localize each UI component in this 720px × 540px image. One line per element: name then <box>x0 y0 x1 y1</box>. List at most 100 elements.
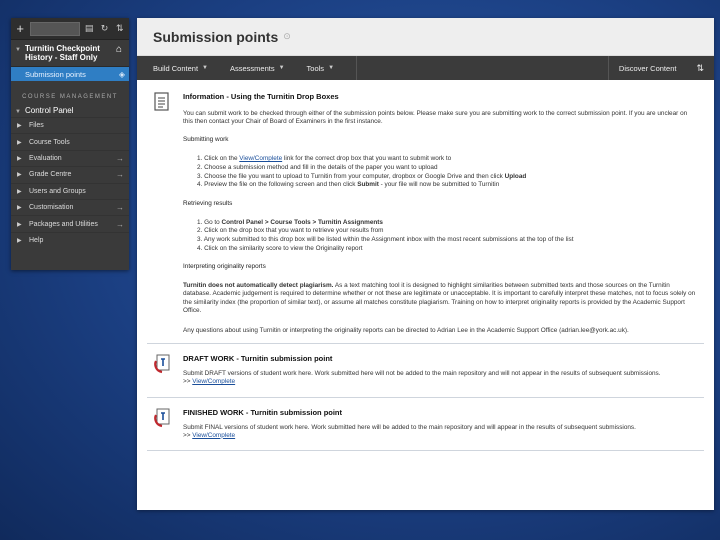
expand-arrow-icon[interactable]: ▶ <box>17 204 29 211</box>
sidebar-item-label: Packages and Utilities <box>29 220 98 228</box>
turnitin-assignment-icon <box>153 408 183 440</box>
sidebar-item-label: Grade Centre <box>29 171 72 179</box>
interpreting-heading: Interpreting originality reports <box>183 263 266 271</box>
step-text: link for the correct drop box that you w… <box>282 155 452 163</box>
list-item: 3. Any work submitted to this drop box w… <box>197 235 574 243</box>
control-panel-items: ▶ Files ▶ Course Tools ▶ Evaluation → ▶ Grade Ce… <box>11 117 129 248</box>
sidebar-item-course-tools[interactable]: ▶ Course Tools <box>11 133 129 149</box>
retrieving-steps: 1. Go to Control Panel > Course Tools > … <box>183 219 696 253</box>
go-arrow-icon[interactable]: → <box>116 154 124 163</box>
interpreting-text: Turnitin does not automatically detect p… <box>183 282 696 315</box>
expand-triangle-icon: ▼ <box>15 108 21 115</box>
view-complete-link[interactable]: View/Complete <box>192 432 235 439</box>
list-item: 4. Preview the file on the following scr… <box>183 181 696 190</box>
assessments-label: Assessments <box>229 63 275 73</box>
plus-icon[interactable]: + <box>14 21 26 36</box>
course-management-heading: COURSE MANAGEMENT <box>22 94 118 100</box>
item-title[interactable]: FINISHED WORK - Turnitin submission poin… <box>183 408 696 417</box>
step-bold: Upload <box>504 172 527 180</box>
refresh-icon[interactable]: ↻ <box>98 23 110 34</box>
sort-icon[interactable]: ⇅ <box>686 56 714 80</box>
content-list: Information - Using the Turnitin Drop Bo… <box>137 80 714 451</box>
action-bar: Build Content ▼ Assessments ▼ Tools ▼ Disco… <box>137 56 714 80</box>
page-options-icon[interactable]: ⊙ <box>283 31 291 42</box>
retrieving-heading: Retrieving results <box>183 199 233 207</box>
sort-icon[interactable]: ⇅ <box>114 23 126 34</box>
step-text: 1. Go to <box>197 218 222 226</box>
options-icon[interactable]: ◈ <box>119 70 125 79</box>
sidebar-item-packages-and-utilities[interactable]: ▶ Packages and Utilities → <box>11 215 129 231</box>
sidebar-item-label: Submission points <box>25 69 86 79</box>
view-complete-link[interactable]: View/Complete <box>192 378 235 385</box>
item-description: Submit FINAL versions of student work he… <box>183 423 636 431</box>
questions-text: Any questions about using Turnitin or in… <box>183 326 629 334</box>
step-text: - your file will now be submitted to Tur… <box>378 181 500 189</box>
discover-content-label: Discover Content <box>618 63 677 73</box>
list-item-finished-work: FINISHED WORK - Turnitin submission poin… <box>147 398 704 451</box>
home-icon[interactable]: ⌂ <box>113 44 125 55</box>
expand-arrow-icon[interactable]: ▶ <box>17 122 29 129</box>
chevron-down-icon: ▼ <box>278 65 285 71</box>
chevron-down-icon: ▼ <box>202 65 208 71</box>
submitting-heading: Submitting work <box>183 136 229 144</box>
view-complete-link[interactable]: View/Complete <box>239 155 282 162</box>
view-complete-row: >> View/Complete <box>183 378 696 386</box>
build-content-label: Build Content <box>153 63 199 73</box>
sidebar-item-users-and-groups[interactable]: ▶ Users and Groups <box>11 182 129 199</box>
build-content-menu[interactable]: Build Content ▼ <box>153 64 208 73</box>
go-arrow-icon[interactable]: → <box>116 203 124 212</box>
item-description: Submit DRAFT versions of student work he… <box>183 370 661 378</box>
expand-arrow-icon[interactable]: ▶ <box>17 171 29 178</box>
content-area: Submission points ⊙ Build Content ▼ Asses… <box>137 18 714 510</box>
collapse-triangle-icon[interactable]: ▼ <box>15 47 25 53</box>
turnitin-assignment-icon <box>153 354 183 386</box>
sidebar-item-label: Course Tools <box>29 138 70 146</box>
page-title: Submission points <box>153 28 279 45</box>
sidebar-item-evaluation[interactable]: ▶ Evaluation → <box>11 149 129 166</box>
sidebar-item-submission-points[interactable]: Submission points ◈ <box>11 67 129 81</box>
submitting-steps: 1. Click on the View/Complete link for t… <box>183 155 696 189</box>
sidebar-item-label: Files <box>29 122 44 130</box>
step-bold: Submit <box>357 181 379 189</box>
step-text: 1. Click on the <box>197 155 240 163</box>
sidebar-item-label: Users and Groups <box>29 187 86 195</box>
link-prefix: >> <box>183 431 193 439</box>
step-bold: Control Panel > Course Tools > Turnitin … <box>221 218 383 226</box>
list-item: 1. Click on the View/Complete link for t… <box>183 155 696 164</box>
course-title-row[interactable]: ▼ Turnitin Checkpoint History - Staff On… <box>11 40 129 67</box>
sidebar-item-grade-centre[interactable]: ▶ Grade Centre → <box>11 166 129 182</box>
intro-text: You can submit work to be checked throug… <box>183 110 688 126</box>
go-arrow-icon[interactable]: → <box>116 220 124 229</box>
tools-menu[interactable]: Tools ▼ <box>307 64 334 73</box>
notepad-icon[interactable]: ▤ <box>83 23 95 34</box>
expand-arrow-icon[interactable]: ▶ <box>17 139 29 146</box>
expand-arrow-icon[interactable]: ▶ <box>17 237 29 244</box>
link-prefix: >> <box>183 378 193 386</box>
control-panel-toggle[interactable]: ▼ Control Panel <box>11 103 129 117</box>
list-item-draft-work: DRAFT WORK - Turnitin submission point S… <box>147 344 704 398</box>
list-item-information: Information - Using the Turnitin Drop Bo… <box>147 86 704 345</box>
view-complete-row: >> View/Complete <box>183 432 696 440</box>
sidebar-toolbar: + ▤ ↻ ⇅ <box>11 18 129 40</box>
expand-arrow-icon[interactable]: ▶ <box>17 221 29 228</box>
item-title[interactable]: Information - Using the Turnitin Drop Bo… <box>183 92 696 101</box>
assessments-menu[interactable]: Assessments ▼ <box>230 64 285 73</box>
page-header: Submission points ⊙ <box>137 18 714 56</box>
interpreting-bold: Turnitin does not automatically detect p… <box>183 282 334 290</box>
expand-arrow-icon[interactable]: ▶ <box>17 188 29 195</box>
sidebar-item-help[interactable]: ▶ Help <box>11 231 129 248</box>
item-title[interactable]: DRAFT WORK - Turnitin submission point <box>183 354 696 363</box>
sidebar-item-customisation[interactable]: ▶ Customisation → <box>11 198 129 215</box>
expand-arrow-icon[interactable]: ▶ <box>17 155 29 162</box>
go-arrow-icon[interactable]: → <box>116 170 124 179</box>
discover-content-button[interactable]: Discover Content <box>607 56 687 80</box>
tools-label: Tools <box>306 63 325 73</box>
list-item: 1. Go to Control Panel > Course Tools > … <box>183 219 696 228</box>
list-item: 3. Choose the file you want to upload to… <box>183 173 696 182</box>
sidebar-item-files[interactable]: ▶ Files <box>11 117 129 133</box>
step-text: 3. Choose the file you want to upload to… <box>197 172 505 180</box>
document-icon <box>153 92 183 335</box>
course-menu-sidebar: + ▤ ↻ ⇅ ▼ Turnitin Checkpoint History - … <box>11 18 129 270</box>
sidebar-search-field[interactable] <box>30 21 80 36</box>
course-title[interactable]: Turnitin Checkpoint History - Staff Only <box>25 44 113 62</box>
